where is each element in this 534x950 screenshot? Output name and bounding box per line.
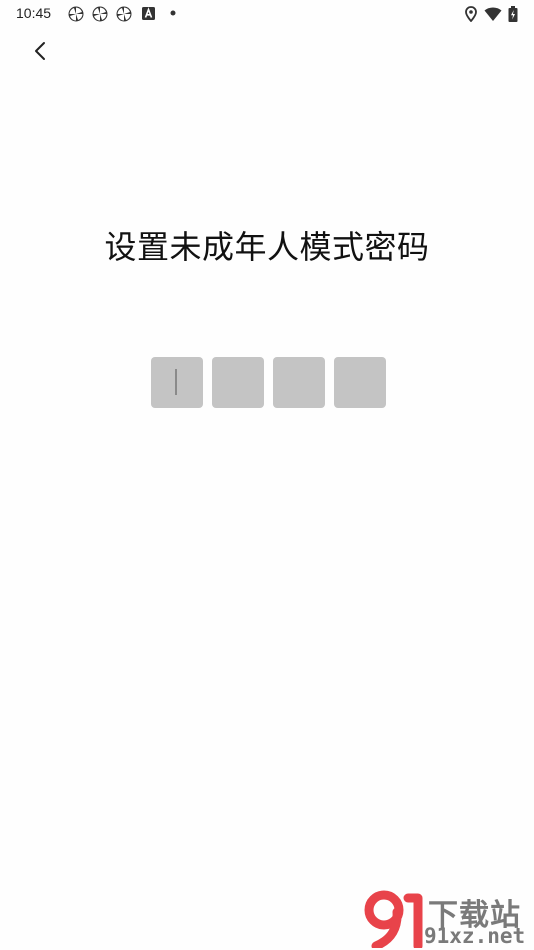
text-cursor (175, 369, 177, 395)
dot-icon (170, 10, 176, 16)
back-button[interactable] (26, 36, 56, 66)
wifi-icon (484, 7, 502, 21)
watermark-domain: 91xz.net (424, 924, 526, 948)
pinwheel-icon (92, 6, 108, 22)
battery-icon (508, 6, 518, 22)
a-box-icon (142, 7, 155, 20)
pin-digit-box[interactable] (334, 357, 386, 408)
pinwheel-icon (68, 6, 84, 22)
chevron-left-icon (35, 42, 45, 60)
site-logo-icon (364, 890, 423, 948)
pinwheel-icon (116, 6, 132, 22)
location-icon (465, 6, 477, 22)
page-title: 设置未成年人模式密码 (104, 228, 430, 266)
status-bar: 10:45 (0, 0, 534, 28)
site-watermark: 下载站 91xz.net (358, 888, 534, 950)
pin-digit-box[interactable] (151, 357, 203, 408)
pin-input[interactable] (151, 357, 391, 409)
pin-digit-box[interactable] (273, 357, 325, 408)
pin-digit-box[interactable] (212, 357, 264, 408)
status-time: 10:45 (16, 5, 52, 21)
